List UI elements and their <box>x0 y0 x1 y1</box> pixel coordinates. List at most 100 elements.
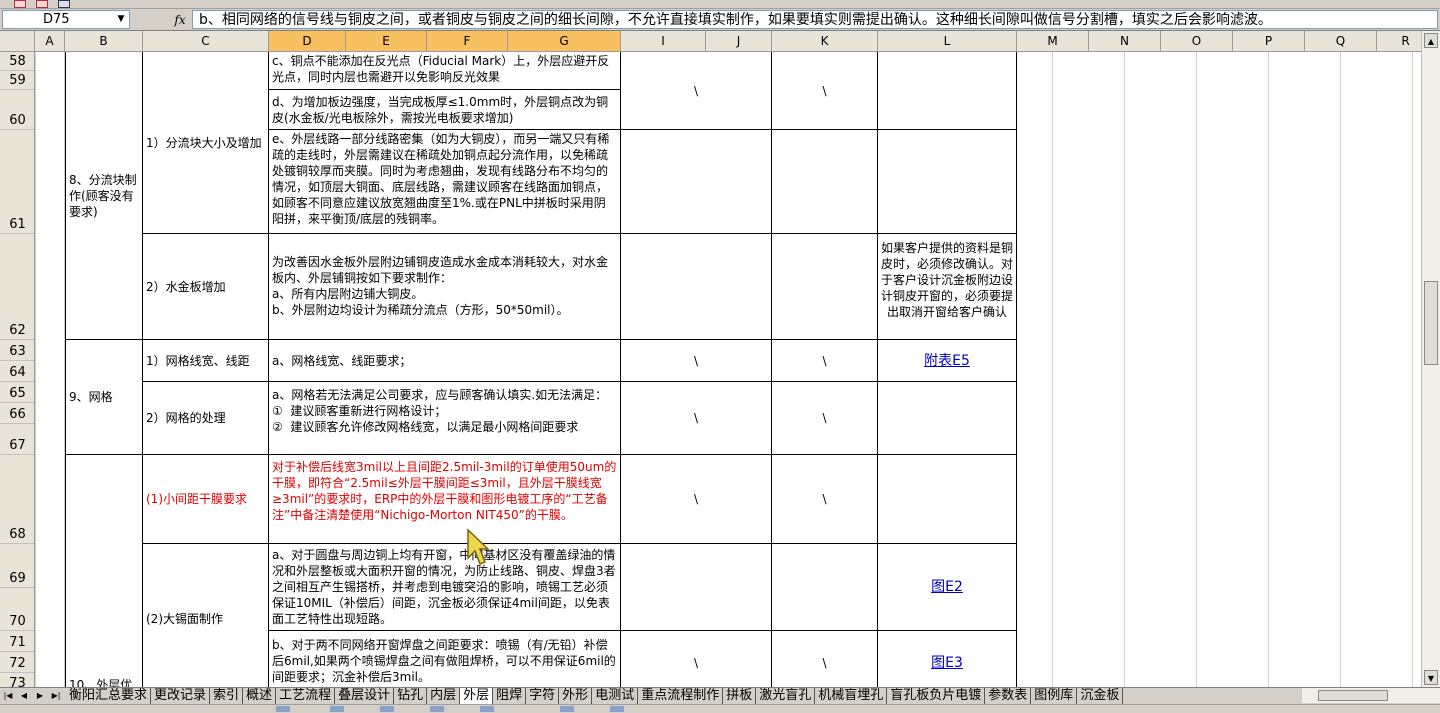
sheet-tab[interactable]: 拼板 <box>723 688 757 704</box>
sheet-tab[interactable]: 重点流程制作 <box>638 688 724 704</box>
cell-c-dry-film[interactable]: (1)小间距干膜要求 <box>143 455 269 544</box>
row-header-70[interactable]: 70 <box>0 588 34 631</box>
scroll-up-icon[interactable]: ▲ <box>1424 33 1438 48</box>
column-header-n[interactable]: N <box>1089 31 1161 51</box>
name-box[interactable]: D75 ▼ <box>2 10 130 29</box>
scroll-down-icon[interactable]: ▼ <box>1424 670 1438 685</box>
toolbar-icon[interactable] <box>560 706 574 712</box>
sheet-tab[interactable]: 参数表 <box>985 688 1032 704</box>
pdf-icon[interactable] <box>14 0 26 8</box>
cell-k-68[interactable]: \ <box>772 455 878 544</box>
toolbar-icon[interactable] <box>330 706 344 712</box>
sheet-tab[interactable]: 工艺流程 <box>276 688 336 704</box>
row-header-71[interactable]: 71 <box>0 631 34 652</box>
cell-k-71[interactable]: \ <box>772 631 878 687</box>
column-header-m[interactable]: M <box>1017 31 1089 51</box>
sheet-tab[interactable]: 字符 <box>526 688 560 704</box>
row-header-62[interactable]: 62 <box>0 234 34 340</box>
cell-ij-58[interactable]: \ <box>621 52 772 130</box>
toolbar-icon[interactable] <box>380 706 394 712</box>
cell-d-71[interactable]: b、对于两不同网络开窗焊盘之间距要求：喷锡（有/无铅）补偿后6mil,如果两个喷… <box>269 631 621 687</box>
sheet-tab[interactable]: 外形 <box>559 688 593 704</box>
column-header-k[interactable]: K <box>772 31 878 51</box>
cell-b-section-9[interactable]: 9、网格 <box>65 340 143 455</box>
select-all-corner[interactable] <box>0 31 35 51</box>
row-header-61[interactable]: 61 <box>0 130 34 234</box>
cell-d-63[interactable]: a、网格线宽、线距要求； <box>269 340 621 382</box>
sheet-tab[interactable]: 图例库 <box>1031 688 1078 704</box>
row-header-68[interactable]: 68 <box>0 455 34 544</box>
sheet-tab[interactable]: 钻孔 <box>394 688 428 704</box>
sheet-tab[interactable]: 外层 <box>460 688 494 704</box>
cell-c-tin-surface[interactable]: (2)大锡面制作 <box>143 544 269 687</box>
first-sheet-icon[interactable]: |◀ <box>2 689 14 703</box>
column-header-l[interactable]: L <box>878 31 1017 51</box>
sheet-tab[interactable]: 沉金板 <box>1077 688 1124 704</box>
column-header-p[interactable]: P <box>1233 31 1305 51</box>
prev-sheet-icon[interactable]: ◀ <box>18 689 30 703</box>
column-header-e[interactable]: E <box>346 31 427 51</box>
column-header-c[interactable]: C <box>143 31 269 51</box>
cell-l-63[interactable]: 附表E5 <box>878 340 1017 382</box>
cell-k-69[interactable] <box>772 544 878 631</box>
toolbar-icon[interactable] <box>430 706 444 712</box>
cell-b-section-8[interactable]: 8、分流块制作(顾客没有要求) <box>65 52 143 340</box>
sheet-tab[interactable]: 阻焊 <box>493 688 527 704</box>
cell-k-66[interactable]: \ <box>772 382 878 455</box>
horizontal-scrollbar[interactable] <box>1302 688 1440 703</box>
link-figure-e2[interactable]: 图E2 <box>931 579 963 595</box>
chevron-down-icon[interactable]: ▼ <box>113 11 129 28</box>
column-header-q[interactable]: Q <box>1305 31 1377 51</box>
row-header-67[interactable]: 67 <box>0 424 34 455</box>
column-header-o[interactable]: O <box>1161 31 1233 51</box>
sheet-tab[interactable]: 叠层设计 <box>335 688 395 704</box>
fx-icon[interactable]: fx <box>170 11 190 29</box>
scroll-thumb[interactable] <box>1424 281 1438 365</box>
sheet-tab[interactable]: 激光盲孔 <box>756 688 816 704</box>
cell-d-66[interactable]: a、网格若无法满足公司要求，应与顾客确认填实.如无法满足： ① 建议顾客重新进行… <box>269 382 621 455</box>
row-header-65[interactable]: 65 <box>0 382 34 403</box>
cell-l-62[interactable]: 如果客户提供的资料是铜皮时，必须修改确认。对于客户设计沉金板附边设计铜皮开窗的，… <box>878 234 1017 340</box>
row-header-64[interactable]: 64 <box>0 361 34 382</box>
cell-k-61[interactable] <box>772 130 878 234</box>
cell-l-68[interactable] <box>878 455 1017 544</box>
toolbar-icon[interactable] <box>276 706 290 712</box>
row-header-69[interactable]: 69 <box>0 544 34 588</box>
cell-ij-68[interactable]: \ <box>621 455 772 544</box>
row-header-72[interactable]: 72 <box>0 652 34 673</box>
cell-l-71[interactable]: 图E3 <box>878 631 1017 687</box>
cell-l-58[interactable] <box>878 52 1017 130</box>
cell-b-section-10[interactable]: 10、外层优 <box>65 455 143 687</box>
cell-d-61[interactable]: e、外层线路一部分线路密集（如为大铜皮），而另一端又只有稀疏的走线时，外层需建议… <box>269 130 621 234</box>
scroll-thumb[interactable] <box>1318 690 1388 701</box>
cell-k-63[interactable]: \ <box>772 340 878 382</box>
column-header-d[interactable]: D <box>269 31 346 51</box>
sheet-tab[interactable]: 内层 <box>427 688 461 704</box>
cell-k-58[interactable]: \ <box>772 52 878 130</box>
cell-k-62[interactable] <box>772 234 878 340</box>
sheet-tab[interactable]: 电测试 <box>592 688 639 704</box>
cell-d-60[interactable]: d、为增加板边强度，当完成板厚≤1.0mm时，外层铜点改为铜皮(水金板/光电板除… <box>269 90 621 130</box>
sheet-tab[interactable]: 概述 <box>243 688 277 704</box>
formula-input[interactable]: b、相同网络的信号线与铜皮之间，或者铜皮与铜皮之间的细长间隙，不允许直接填实制作… <box>192 10 1438 29</box>
link-appendix-e5[interactable]: 附表E5 <box>924 353 970 369</box>
vertical-scrollbar[interactable]: ▲ ▼ <box>1421 31 1440 687</box>
column-header-g[interactable]: G <box>508 31 621 51</box>
sheet-tab[interactable]: 索引 <box>210 688 244 704</box>
row-header-66[interactable]: 66 <box>0 403 34 424</box>
cell-c-item-1[interactable]: 1）分流块大小及增加 <box>143 52 269 234</box>
cell-c-item-2[interactable]: 2）水金板增加 <box>143 234 269 340</box>
cell-l-66[interactable] <box>878 382 1017 455</box>
column-header-i[interactable]: I <box>621 31 706 51</box>
row-header-60[interactable]: 60 <box>0 90 34 130</box>
sheet-tab[interactable]: 更改记录 <box>151 688 211 704</box>
last-sheet-icon[interactable]: ▶| <box>50 689 62 703</box>
cell-ij-62[interactable] <box>621 234 772 340</box>
row-header-63[interactable]: 63 <box>0 340 34 361</box>
spreadsheet-grid[interactable]: 8、分流块制作(顾客没有要求) 9、网格 10、外层优 1）分流块大小及增加 2… <box>35 52 1421 687</box>
cell-d-69[interactable]: a、对于圆盘与周边铜上均有开窗，中间基材区没有覆盖绿油的情况和外层整板或大面积开… <box>269 544 621 631</box>
cell-ij-66[interactable]: \ <box>621 382 772 455</box>
sheet-tab[interactable]: 机械盲埋孔 <box>815 688 888 704</box>
sheet-tab[interactable]: 盲孔板负片电镀 <box>887 688 986 704</box>
cell-d-68[interactable]: 对于补偿后线宽3mil以上且间距2.5mil-3mil的订单使用50um的干膜，… <box>269 455 621 544</box>
